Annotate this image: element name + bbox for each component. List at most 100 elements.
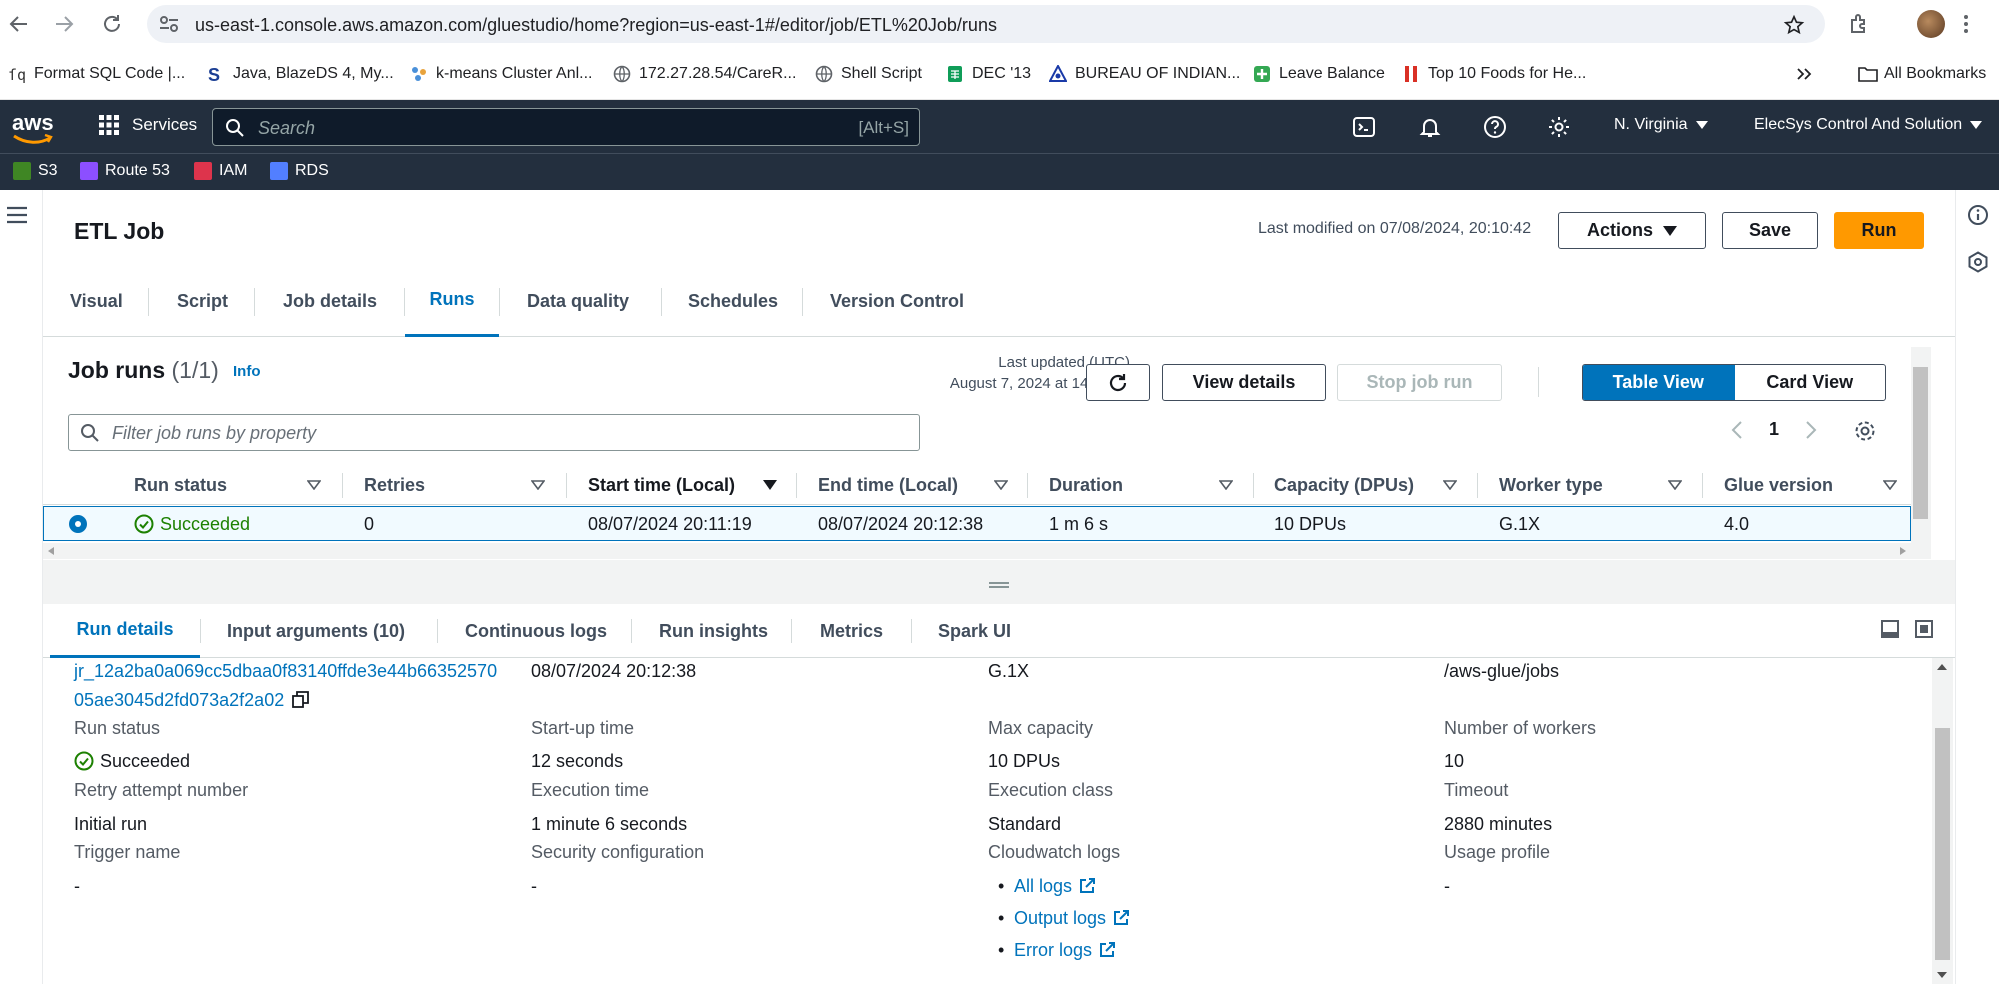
split-panel-bottom-icon[interactable]: [1881, 620, 1899, 638]
info-panel-icon[interactable]: [1967, 204, 1989, 226]
scroll-left-icon[interactable]: [48, 547, 54, 555]
bookmark-item[interactable]: k-means Cluster Anl...: [410, 62, 593, 86]
sort-desc-icon[interactable]: [763, 480, 777, 490]
table-vertical-scrollbar[interactable]: [1911, 347, 1931, 559]
bookmark-item[interactable]: DEC '13: [946, 62, 1031, 86]
region-selector[interactable]: N. Virginia: [1614, 116, 1708, 134]
tab-run-insights[interactable]: Run insights: [659, 604, 768, 658]
notifications-bell-icon[interactable]: [1418, 115, 1442, 139]
sort-caret-icon[interactable]: [1883, 480, 1897, 490]
details-vertical-scrollbar[interactable]: [1932, 658, 1953, 984]
table-view-button[interactable]: Table View: [1583, 365, 1735, 400]
table-row[interactable]: Succeeded 0 08/07/2024 20:11:19 08/07/20…: [43, 506, 1911, 541]
forward-icon[interactable]: [52, 12, 76, 36]
scrollbar-thumb[interactable]: [1913, 367, 1928, 519]
column-duration[interactable]: Duration: [1049, 475, 1123, 496]
cloudshell-icon[interactable]: [1352, 115, 1376, 139]
bookmark-item[interactable]: Shell Script: [815, 62, 922, 86]
tab-script[interactable]: Script: [177, 265, 228, 337]
column-glue-version[interactable]: Glue version: [1724, 475, 1833, 496]
tab-spark-ui[interactable]: Spark UI: [938, 604, 1011, 658]
actions-button[interactable]: Actions: [1558, 212, 1706, 249]
bookmark-item[interactable]: Top 10 Foods for He...: [1402, 62, 1586, 86]
site-settings-icon[interactable]: [159, 15, 179, 33]
split-panel-full-icon[interactable]: [1915, 620, 1933, 638]
aws-logo[interactable]: aws: [12, 110, 54, 144]
bookmark-item[interactable]: BUREAU OF INDIAN...: [1049, 62, 1240, 86]
sort-caret-icon[interactable]: [531, 480, 545, 490]
run-button[interactable]: Run: [1834, 212, 1924, 249]
sort-caret-icon[interactable]: [994, 480, 1008, 490]
bookmark-item[interactable]: 172.27.28.54/CareR...: [613, 62, 796, 86]
sort-caret-icon[interactable]: [1219, 480, 1233, 490]
aws-search-input[interactable]: Search [Alt+S]: [212, 108, 920, 146]
stop-job-run-button[interactable]: Stop job run: [1337, 364, 1502, 401]
tab-input-arguments[interactable]: Input arguments (10): [227, 604, 405, 658]
view-details-button[interactable]: View details: [1162, 364, 1326, 401]
back-icon[interactable]: [7, 12, 31, 36]
column-run-status[interactable]: Run status: [134, 475, 227, 496]
current-page[interactable]: 1: [1769, 419, 1779, 440]
extensions-icon[interactable]: [1848, 12, 1872, 36]
tab-schedules[interactable]: Schedules: [688, 265, 778, 337]
tab-version-control[interactable]: Version Control: [830, 265, 964, 337]
sort-caret-icon[interactable]: [307, 480, 321, 490]
reload-icon[interactable]: [100, 12, 124, 36]
sort-caret-icon[interactable]: [1668, 480, 1682, 490]
profile-avatar[interactable]: [1917, 10, 1945, 38]
scroll-right-icon[interactable]: [1900, 547, 1906, 555]
column-worker-type[interactable]: Worker type: [1499, 475, 1603, 496]
column-retries[interactable]: Retries: [364, 475, 425, 496]
favorite-iam[interactable]: IAM: [194, 162, 247, 180]
all-bookmarks[interactable]: All Bookmarks: [1858, 62, 1986, 86]
table-preferences-gear-icon[interactable]: [1853, 419, 1877, 443]
favorite-s3[interactable]: S3: [13, 162, 58, 180]
bookmark-item[interactable]: ſq Format SQL Code |...: [8, 62, 185, 86]
scroll-down-icon[interactable]: [1937, 972, 1947, 978]
hamburger-menu-icon[interactable]: [6, 206, 28, 224]
error-logs-link[interactable]: Error logs: [1014, 940, 1116, 961]
services-menu[interactable]: Services: [98, 114, 197, 136]
refresh-button[interactable]: [1086, 364, 1150, 401]
bookmark-star-icon[interactable]: [1783, 14, 1805, 36]
scroll-up-icon[interactable]: [1937, 664, 1947, 670]
column-capacity[interactable]: Capacity (DPUs): [1274, 475, 1414, 496]
more-bookmarks-icon[interactable]: [1795, 62, 1813, 86]
save-button[interactable]: Save: [1722, 212, 1818, 249]
filter-job-runs-input[interactable]: Filter job runs by property: [68, 414, 920, 451]
split-panel-resizer[interactable]: [43, 560, 1955, 604]
help-icon[interactable]: [1483, 115, 1507, 139]
chevron-right-icon[interactable]: [1805, 420, 1817, 440]
card-view-button[interactable]: Card View: [1735, 365, 1886, 400]
url-text[interactable]: us-east-1.console.aws.amazon.com/gluestu…: [195, 15, 997, 36]
chevron-left-icon[interactable]: [1731, 420, 1743, 440]
sort-caret-icon[interactable]: [1443, 480, 1457, 490]
settings-gear-icon[interactable]: [1547, 115, 1571, 139]
output-logs-link[interactable]: Output logs: [1014, 908, 1130, 929]
resize-handle-icon[interactable]: [989, 582, 1009, 588]
run-id-link-continued[interactable]: 05ae3045d2fd073a2f2a02: [74, 690, 310, 711]
address-bar[interactable]: us-east-1.console.aws.amazon.com/gluestu…: [147, 5, 1825, 43]
all-logs-link[interactable]: All logs: [1014, 876, 1096, 897]
favorite-route53[interactable]: Route 53: [80, 162, 170, 180]
column-end-time[interactable]: End time (Local): [818, 475, 958, 496]
tab-visual[interactable]: Visual: [70, 265, 123, 337]
account-menu[interactable]: ElecSys Control And Solution: [1754, 116, 1983, 134]
chrome-menu-icon[interactable]: [1962, 12, 1970, 36]
tab-metrics[interactable]: Metrics: [820, 604, 883, 658]
tab-data-quality[interactable]: Data quality: [527, 265, 629, 337]
info-link[interactable]: Info: [233, 363, 261, 380]
bookmark-item[interactable]: Leave Balance: [1253, 62, 1385, 86]
column-start-time[interactable]: Start time (Local): [588, 475, 735, 496]
run-id-link[interactable]: jr_12a2ba0a069cc5dbaa0f83140ffde3e44b663…: [74, 661, 497, 682]
table-horizontal-scrollbar[interactable]: [43, 543, 1911, 559]
tab-job-details[interactable]: Job details: [283, 265, 377, 337]
scrollbar-thumb[interactable]: [1935, 728, 1950, 960]
copy-icon[interactable]: [292, 691, 310, 708]
favorite-rds[interactable]: RDS: [270, 162, 329, 180]
row-select-radio[interactable]: [69, 515, 87, 533]
tab-runs[interactable]: Runs: [405, 265, 499, 337]
tab-continuous-logs[interactable]: Continuous logs: [465, 604, 607, 658]
tab-run-details[interactable]: Run details: [50, 604, 200, 658]
tutorial-hexagon-icon[interactable]: [1967, 251, 1989, 273]
